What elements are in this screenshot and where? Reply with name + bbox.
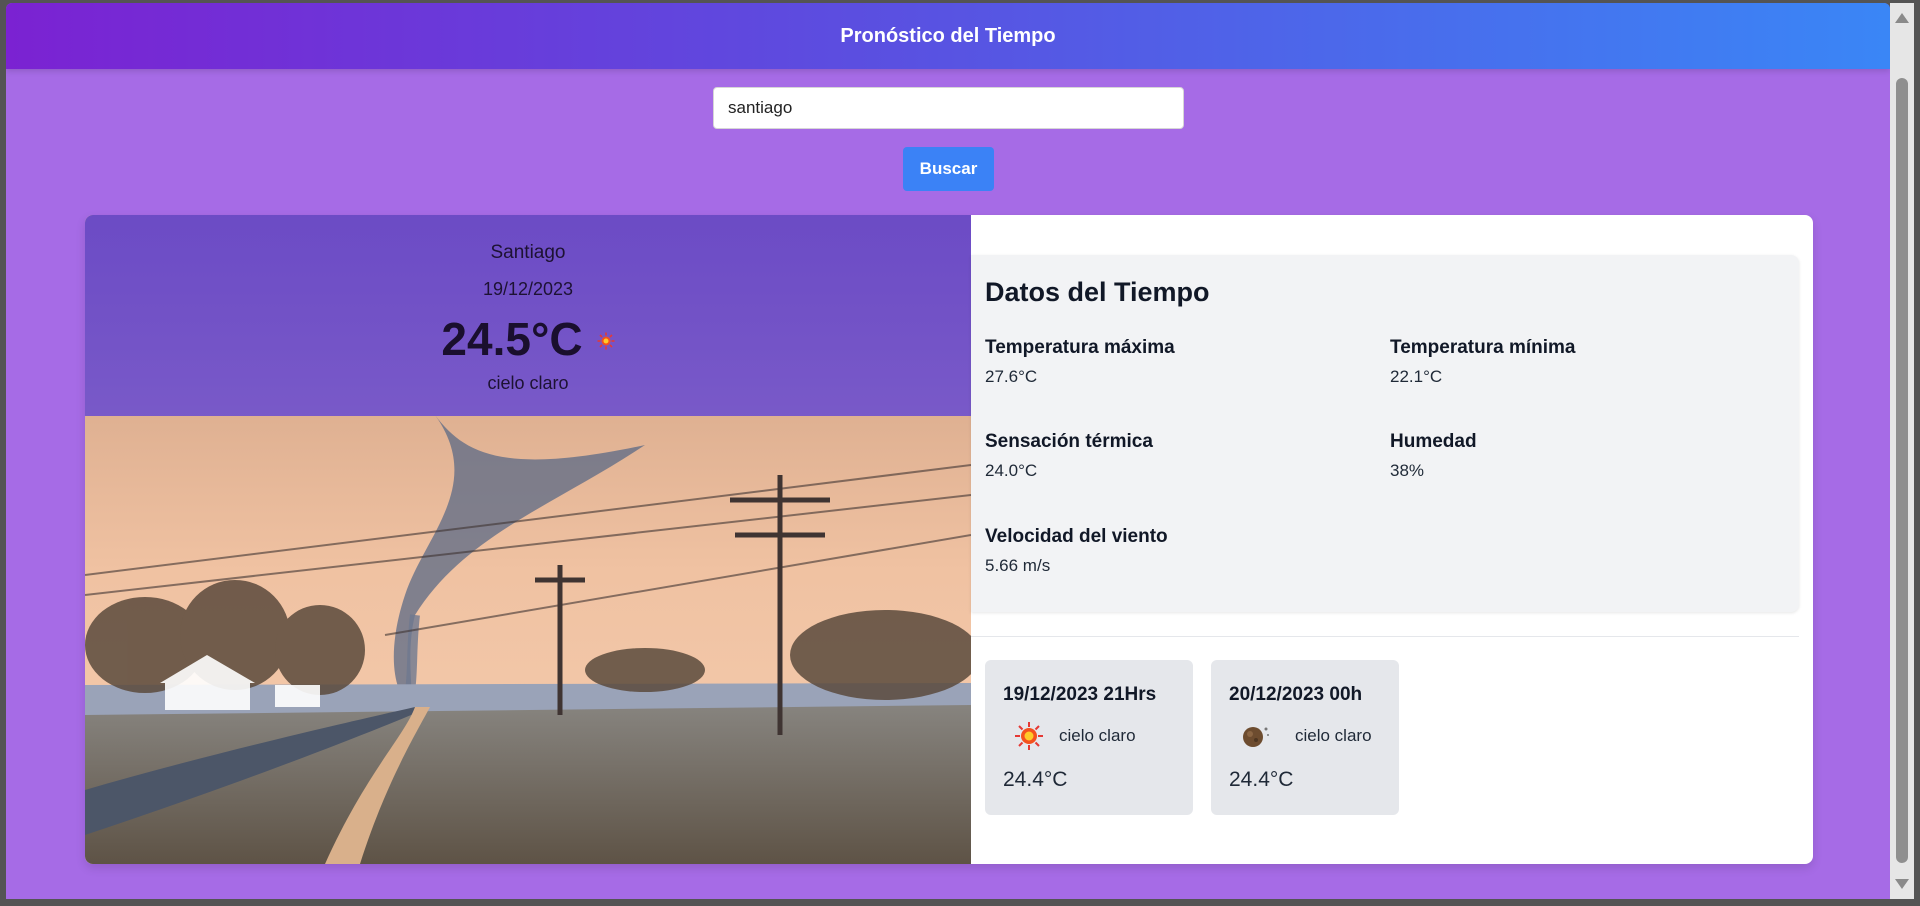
detail-label: Sensación térmica: [985, 431, 1153, 452]
page-scrollbar[interactable]: [1890, 3, 1914, 899]
detail-label: Humedad: [1390, 431, 1477, 452]
forecast-description: cielo claro: [1295, 726, 1372, 745]
current-description: cielo claro: [487, 373, 569, 393]
section-divider: [971, 636, 1799, 637]
weather-details-panel: Datos del Tiempo Temperatura máxima 27.6…: [971, 255, 1799, 612]
detail-wind-speed: Velocidad del viento 5.66 m/s: [985, 526, 1168, 576]
detail-label: Temperatura mínima: [1390, 337, 1576, 358]
forecast-date: 20/12/2023 00h: [1229, 684, 1363, 705]
scroll-up-icon[interactable]: [1895, 13, 1909, 23]
sun-icon: [1015, 722, 1043, 750]
page-title: Pronóstico del Tiempo: [840, 24, 1056, 47]
forecast-description: cielo claro: [1059, 726, 1136, 745]
detail-label: Temperatura máxima: [985, 337, 1175, 358]
forecast-temperature: 24.4°C: [1003, 768, 1068, 791]
detail-value: 27.6°C: [985, 367, 1038, 386]
detail-value: 38%: [1390, 461, 1425, 480]
forecast-card: 20/12/2023 00h cielo claro 24.4°C: [1211, 660, 1399, 815]
detail-min-temperature: Temperatura mínima 22.1°C: [1390, 337, 1575, 387]
detail-value: 24.0°C: [985, 461, 1038, 480]
detail-label: Velocidad del viento: [985, 526, 1168, 547]
sun-icon: [597, 332, 615, 350]
weather-card: Santiago 19/12/2023 24.5°C cielo claro D…: [85, 215, 1813, 864]
current-weather-overlay: Santiago 19/12/2023 24.5°C cielo claro: [85, 215, 971, 416]
city-search-input[interactable]: [713, 87, 1184, 129]
detail-max-temperature: Temperatura máxima 27.6°C: [985, 337, 1175, 387]
details-title: Datos del Tiempo: [985, 277, 1210, 307]
moon-icon: [1243, 727, 1269, 747]
app-header: Pronóstico del Tiempo: [6, 3, 1890, 69]
detail-feels-like: Sensación térmica 24.0°C: [985, 431, 1153, 481]
detail-value: 5.66 m/s: [985, 556, 1051, 575]
forecast-temperature: 24.4°C: [1229, 768, 1294, 791]
temperature-row: 24.5°C: [85, 312, 971, 366]
current-weather-panel: Santiago 19/12/2023 24.5°C cielo claro: [85, 215, 971, 864]
scroll-down-icon[interactable]: [1895, 879, 1909, 889]
current-temperature: 24.5°C: [441, 313, 583, 365]
city-name: Santiago: [490, 242, 566, 263]
scrollbar-thumb[interactable]: [1896, 78, 1908, 863]
current-date: 19/12/2023: [482, 279, 574, 299]
detail-value: 22.1°C: [1390, 367, 1443, 386]
search-button[interactable]: Buscar: [903, 147, 994, 191]
forecast-card: 19/12/2023 21Hrs cielo claro 24.4°C: [985, 660, 1193, 815]
app-window: Pronóstico del Tiempo Buscar: [6, 3, 1890, 899]
detail-humidity: Humedad 38%: [1390, 431, 1477, 481]
forecast-date: 19/12/2023 21Hrs: [1003, 684, 1157, 705]
